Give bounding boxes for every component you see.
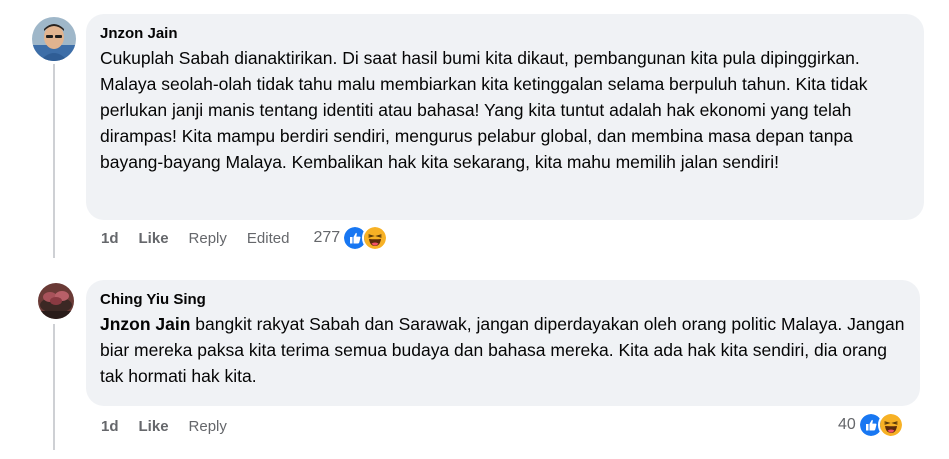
comment-time[interactable]: 1d: [101, 230, 119, 247]
comment-bubble-reply: Ching Yiu Sing Jnzon Jain bangkit rakyat…: [86, 280, 920, 406]
comment-time[interactable]: 1d: [101, 418, 119, 435]
haha-icon: [362, 225, 389, 251]
comment-body: bangkit rakyat Sabah dan Sarawak, jangan…: [100, 314, 905, 386]
reply-connector: [20, 300, 34, 302]
avatar-reply[interactable]: [38, 283, 74, 319]
avatar[interactable]: [32, 17, 76, 61]
reactions-reply-wrap: 40: [838, 412, 904, 438]
comment-bubble: Jnzon Jain Cukuplah Sabah dianaktirikan.…: [86, 14, 924, 220]
comment-text: Jnzon Jain bangkit rakyat Sabah dan Sara…: [100, 311, 906, 389]
reply-button[interactable]: Reply: [189, 230, 227, 247]
comment-author[interactable]: Jnzon Jain: [100, 24, 910, 43]
reaction-count: 40: [838, 416, 856, 433]
mention-link[interactable]: Jnzon Jain: [100, 314, 190, 334]
haha-icon: [877, 412, 904, 438]
comment-author[interactable]: Ching Yiu Sing: [100, 290, 906, 309]
reply-button[interactable]: Reply: [189, 418, 227, 435]
reactions[interactable]: 277: [313, 225, 389, 251]
reaction-count: 277: [313, 229, 341, 246]
reactions[interactable]: 40: [838, 412, 904, 438]
thread-line-reply: [53, 324, 55, 450]
like-button[interactable]: Like: [139, 230, 169, 247]
comment-text: Cukuplah Sabah dianaktirikan. Di saat ha…: [100, 48, 868, 172]
edited-label: Edited: [246, 229, 290, 247]
thread-line: [53, 64, 55, 258]
comment-actions-reply: 1d Like Reply: [101, 414, 247, 438]
comment-actions: 1d Like Reply Edited 277: [101, 225, 431, 251]
like-button[interactable]: Like: [139, 418, 169, 435]
